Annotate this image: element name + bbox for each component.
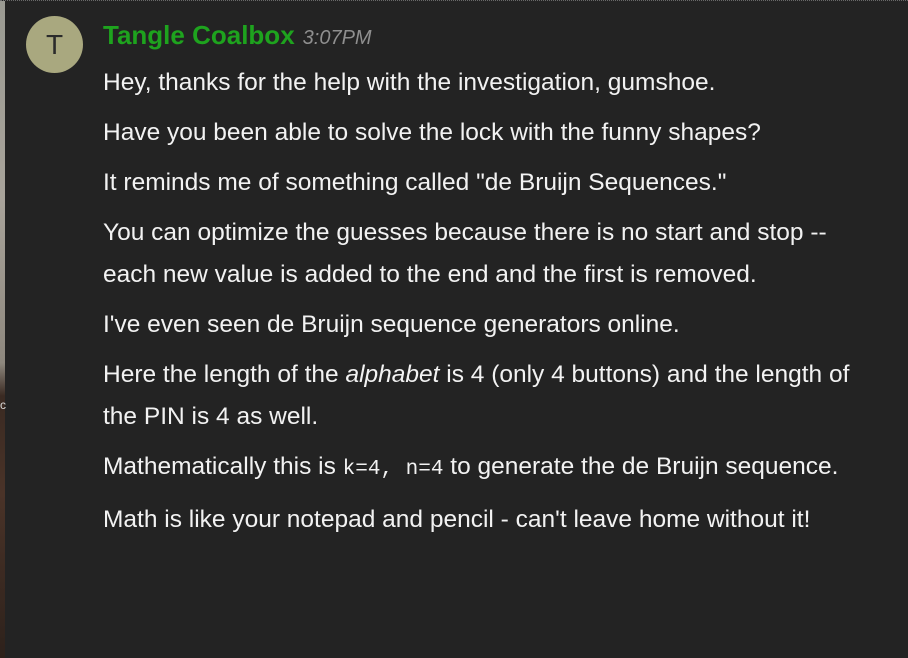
inline-code: k=4, n=4	[342, 458, 444, 481]
message-text: Here the length of the	[103, 361, 346, 388]
edge-text-fragment: c	[0, 398, 6, 412]
message-line: Hey, thanks for the help with the invest…	[103, 69, 716, 96]
background-edge	[0, 1, 5, 658]
message-text: to generate the de Bruijn sequence.	[443, 453, 839, 480]
message-line: Have you been able to solve the lock wit…	[103, 119, 761, 146]
author-name[interactable]: Tangle Coalbox	[103, 20, 295, 50]
chat-window: c T Tangle Coalbox 3:07PM Hey, thanks fo…	[0, 0, 908, 658]
message-list: Hey, thanks for the help with the invest…	[103, 62, 878, 549]
emphasized-text: alphabet	[345, 361, 440, 388]
avatar-initial: T	[45, 28, 64, 60]
message-line: It reminds me of something called "de Br…	[103, 169, 727, 196]
avatar[interactable]: T	[26, 16, 83, 73]
message-header: Tangle Coalbox 3:07PM	[103, 20, 372, 51]
message-line: I've even seen de Bruijn sequence genera…	[103, 311, 680, 338]
message-line: Here the length of the alphabet is 4 (on…	[103, 354, 878, 438]
message-line: Mathematically this is k=4, n=4 to gener…	[103, 446, 878, 491]
message-timestamp: 3:07PM	[302, 27, 372, 49]
message-text: Mathematically this is	[103, 453, 343, 480]
message-line: You can optimize the guesses because the…	[103, 219, 827, 288]
message-line: Math is like your notepad and pencil - c…	[103, 506, 811, 533]
